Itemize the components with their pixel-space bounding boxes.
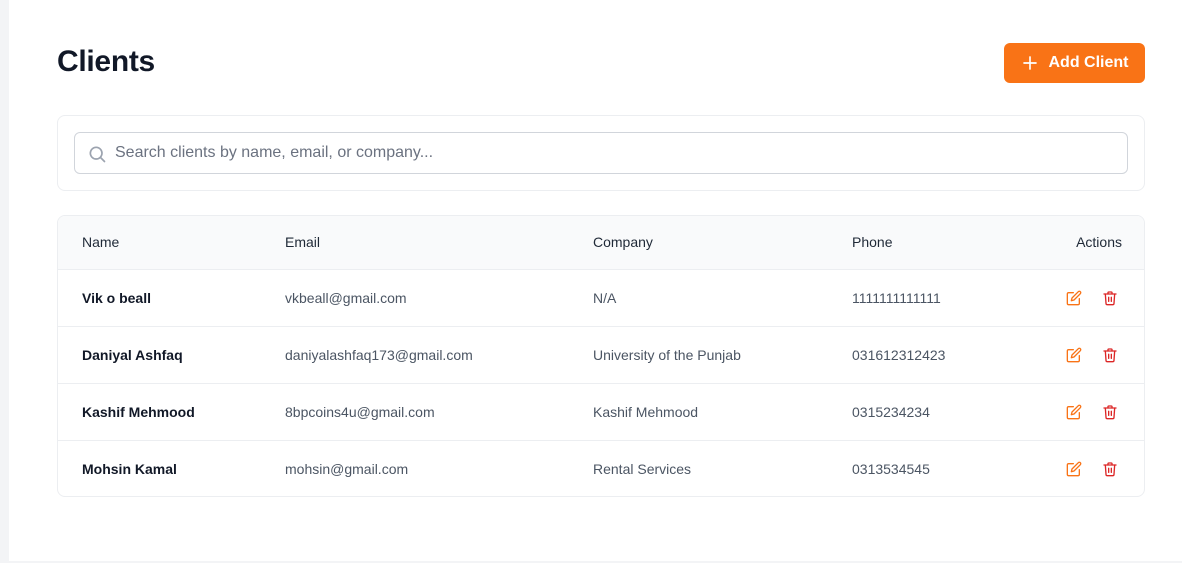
edit-icon[interactable] [1066, 461, 1082, 477]
client-email: mohsin@gmail.com [285, 460, 409, 477]
trash-icon[interactable] [1102, 404, 1118, 420]
client-phone: 0315234234 [852, 403, 930, 420]
client-company: Rental Services [593, 460, 692, 477]
add-client-button[interactable]: Add Client [1004, 43, 1145, 83]
row-actions [1016, 269, 1144, 326]
client-email: 8bpcoins4u@gmail.com [285, 403, 435, 420]
trash-icon[interactable] [1102, 461, 1118, 477]
table-row: Mohsin Kamal mohsin@gmail.com Rental Ser… [58, 440, 1144, 496]
column-header-company: Company [569, 216, 828, 270]
edit-icon[interactable] [1066, 347, 1082, 363]
row-actions [1016, 383, 1144, 440]
client-phone: 0313534545 [852, 460, 930, 477]
client-name: Kashif Mehmood [82, 403, 195, 420]
table-row: Daniyal Ashfaq daniyalashfaq173@gmail.co… [58, 326, 1144, 383]
client-phone: 1111111111111 [852, 289, 941, 306]
column-header-email: Email [261, 216, 569, 270]
client-name: Mohsin Kamal [82, 460, 177, 477]
clients-table: Name Email Company Phone Actions Vik o b… [57, 215, 1145, 497]
search-icon [87, 144, 107, 164]
table-row: Vik o beall vkbeall@gmail.com N/A 111111… [58, 269, 1144, 326]
client-email: vkbeall@gmail.com [285, 289, 407, 306]
client-name: Vik o beall [82, 289, 151, 306]
column-header-phone: Phone [828, 216, 1016, 270]
row-actions [1016, 440, 1144, 496]
add-client-label: Add Client [1048, 54, 1129, 71]
edit-icon[interactable] [1066, 404, 1082, 420]
client-name: Daniyal Ashfaq [82, 346, 183, 363]
page-title: Clients [57, 45, 155, 78]
client-company: N/A [593, 289, 617, 306]
plus-icon [1021, 54, 1039, 72]
column-header-name: Name [58, 216, 261, 270]
search-card [57, 115, 1145, 191]
column-header-actions: Actions [1016, 216, 1144, 270]
trash-icon[interactable] [1102, 347, 1118, 363]
table-row: Kashif Mehmood 8bpcoins4u@gmail.com Kash… [58, 383, 1144, 440]
clients-page: Clients Add Client Search clients by nam… [9, 0, 1182, 561]
client-phone: 031612312423 [852, 346, 946, 363]
table-header-row: Name Email Company Phone Actions [58, 216, 1144, 270]
search-box[interactable] [74, 132, 1128, 174]
search-input[interactable] [115, 133, 1115, 173]
page-header: Clients Add Client [57, 43, 1145, 83]
edit-icon[interactable] [1066, 290, 1082, 306]
trash-icon[interactable] [1102, 290, 1118, 306]
client-email: daniyalashfaq173@gmail.com [285, 346, 473, 363]
client-company: Kashif Mehmood [593, 403, 699, 420]
client-company: University of the Punjab [593, 346, 741, 363]
row-actions [1016, 326, 1144, 383]
